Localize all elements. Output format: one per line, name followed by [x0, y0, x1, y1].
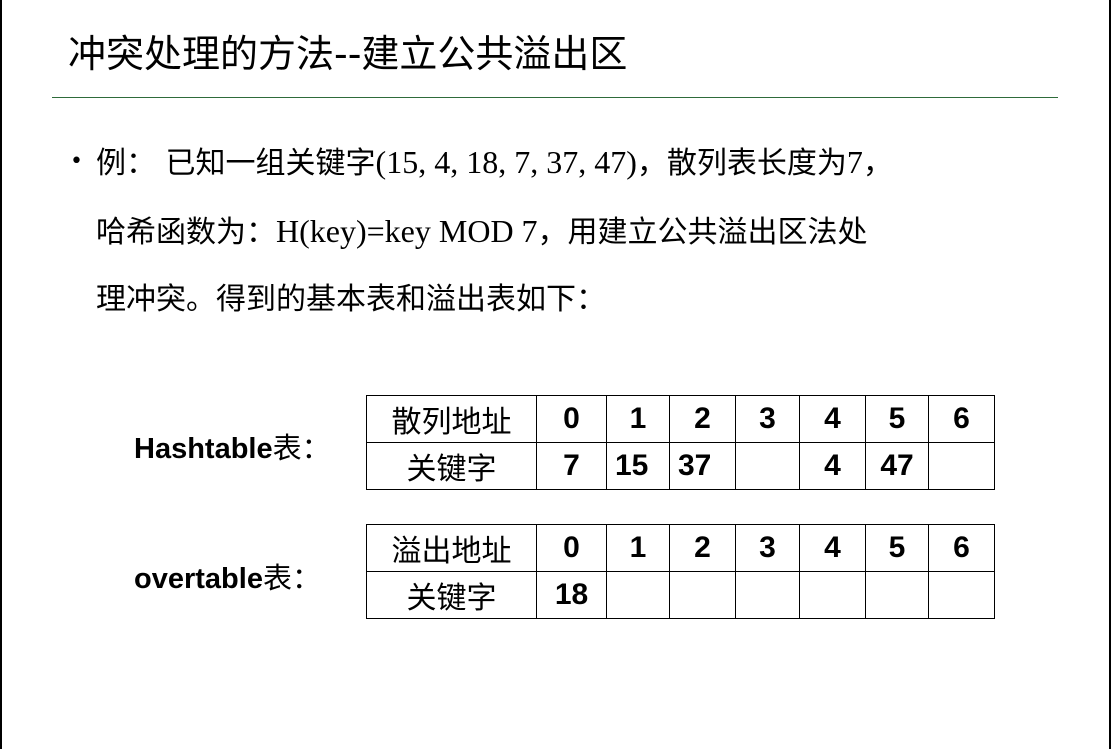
- table-cell: 15: [606, 442, 670, 490]
- overtable-label-en: overtable: [134, 563, 263, 595]
- title-divider: [52, 97, 1058, 98]
- hashtable-label: Hashtable表：: [134, 425, 331, 467]
- hashtable-header-row: 散列地址 0 1 2 3 4 5 6: [366, 395, 995, 443]
- table-cell: 3: [735, 524, 800, 572]
- paragraph-line-1: 例： 已知一组关键字(15, 4, 18, 7, 37, 47)，散列表长度为7…: [96, 136, 1076, 205]
- table-cell: 3: [735, 395, 800, 443]
- hashtable-label-en: Hashtable: [134, 433, 273, 465]
- table-cell: [735, 571, 800, 619]
- paragraph-line-3: 理冲突。得到的基本表和溢出表如下：: [96, 282, 606, 317]
- overtable-row-label: 关键字: [366, 571, 537, 619]
- hashtable-header-label: 散列地址: [366, 395, 537, 443]
- table-cell: [928, 442, 995, 490]
- table-length-value: 7: [846, 144, 863, 180]
- paragraph-line-2: 哈希函数为：H(key)=key MOD 7，用建立公共溢出区法处: [96, 205, 1076, 274]
- hashtable-key-row: 关键字 7 15 37 4 47: [366, 442, 995, 490]
- table-cell: 4: [799, 395, 866, 443]
- table-cell: 47: [865, 442, 929, 490]
- table-cell: 4: [799, 442, 866, 490]
- table-cell: [799, 571, 866, 619]
- hashtable-grid: 散列地址 0 1 2 3 4 5 6 关键字 7 15 37 4 47: [366, 395, 995, 490]
- table-cell: 4: [799, 524, 866, 572]
- overtable-key-row: 关键字 18: [366, 571, 995, 619]
- hashtable-label-cn: 表：: [272, 431, 331, 465]
- overtable-grid: 溢出地址 0 1 2 3 4 5 6 关键字 18: [366, 524, 995, 619]
- table-cell: 0: [536, 395, 607, 443]
- hash-formula: H(key)=key MOD 7: [276, 213, 538, 249]
- table-cell: [606, 571, 670, 619]
- table-cell: 6: [928, 524, 995, 572]
- overtable-label: overtable表：: [134, 555, 321, 597]
- text-method: ，用建立公共溢出区法处: [537, 215, 868, 250]
- text-table-length: ，散列表长度为: [636, 146, 847, 181]
- keyword-set: (15, 4, 18, 7, 37, 47): [375, 144, 637, 180]
- table-cell: 18: [536, 571, 607, 619]
- table-cell: 7: [536, 442, 607, 490]
- table-cell: [735, 442, 800, 490]
- slide-title: 冲突处理的方法--建立公共溢出区: [68, 32, 628, 76]
- table-cell: [669, 571, 736, 619]
- table-cell: 0: [536, 524, 607, 572]
- table-cell: 2: [669, 395, 736, 443]
- example-paragraph: 例： 已知一组关键字(15, 4, 18, 7, 37, 47)，散列表长度为7…: [96, 136, 1076, 343]
- table-cell: 2: [669, 524, 736, 572]
- table-cell: [865, 571, 929, 619]
- table-cell: 6: [928, 395, 995, 443]
- text-comma: ，: [862, 146, 893, 181]
- table-cell: 5: [865, 524, 929, 572]
- bullet-marker: •: [70, 149, 83, 174]
- overtable-header-label: 溢出地址: [366, 524, 537, 572]
- overtable-label-cn: 表：: [262, 561, 321, 595]
- slide-left-border: [0, 0, 2, 749]
- table-cell: 1: [606, 395, 670, 443]
- overtable-header-row: 溢出地址 0 1 2 3 4 5 6: [366, 524, 995, 572]
- table-cell: 37: [669, 442, 736, 490]
- table-cell: 1: [606, 524, 670, 572]
- table-cell: [928, 571, 995, 619]
- hashtable-row-label: 关键字: [366, 442, 537, 490]
- text-hash-function: 哈希函数为：: [96, 215, 276, 250]
- text-intro: 例： 已知一组关键字: [96, 146, 376, 181]
- table-cell: 5: [865, 395, 929, 443]
